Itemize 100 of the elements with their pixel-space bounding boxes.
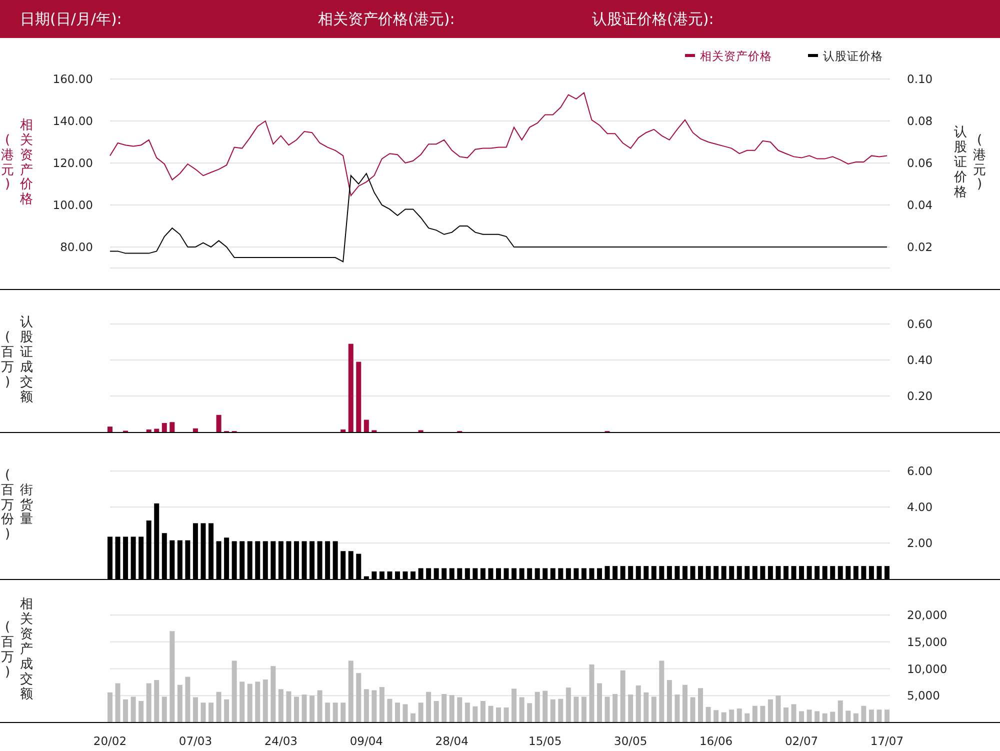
bar [853, 713, 858, 722]
axis-tick-label: 24/03 [264, 734, 298, 748]
bar [270, 666, 276, 722]
bar [519, 697, 524, 722]
axis-tick-label: 0.02 [907, 240, 933, 254]
bar [410, 713, 416, 722]
bar [115, 683, 120, 722]
bar [752, 706, 758, 722]
bar [325, 702, 330, 722]
bar [240, 682, 245, 722]
bar [868, 710, 874, 722]
bar [162, 423, 167, 432]
axis-unit: (港元) [973, 134, 986, 194]
bar [496, 707, 501, 722]
bar [302, 694, 307, 722]
axis-tick-label: 0.04 [907, 198, 933, 212]
bar [512, 688, 517, 722]
bar [262, 680, 268, 722]
bar [449, 695, 454, 722]
bar [799, 711, 804, 722]
bar [721, 712, 726, 722]
bar [310, 696, 315, 722]
axis-tick-label: 0.40 [907, 353, 933, 367]
bar [356, 673, 362, 722]
bar [426, 692, 432, 722]
bar [185, 676, 190, 722]
axis-title: 街货量 [20, 484, 33, 528]
bar [216, 414, 222, 432]
axis-tick-label: 09/04 [350, 734, 383, 748]
axis-title: 认股证成交额 [20, 316, 33, 406]
bar [154, 428, 160, 432]
bar [278, 689, 284, 722]
axis-unit: (港元) [1, 134, 14, 194]
bar [784, 707, 788, 722]
axis-tick-label: 15,000 [907, 634, 948, 649]
bar [464, 702, 470, 722]
header-label: 日期(日/月/年): [20, 10, 123, 28]
bar [488, 706, 494, 722]
bar [472, 706, 478, 722]
bar [108, 426, 112, 432]
bar [698, 688, 704, 722]
bar [418, 702, 424, 722]
axis-title: 认股证价格 [954, 126, 967, 201]
bar [123, 699, 128, 722]
axis-tick-label: 0.20 [907, 389, 933, 403]
bar [364, 420, 369, 432]
axis-tick-label: 80.00 [60, 240, 93, 254]
axis-tick-label: 07/03 [178, 734, 212, 748]
axis-tick-label: 16/06 [699, 734, 733, 748]
bar [108, 692, 112, 722]
axis-tick-label: 5,000 [907, 688, 940, 703]
bar [162, 696, 167, 722]
bar [402, 704, 408, 722]
bar [247, 684, 252, 722]
axis-unit: (百万份) [1, 468, 14, 544]
bar [379, 687, 384, 722]
axis-tick-label: 4.00 [907, 500, 933, 514]
bar [589, 664, 594, 722]
bar [294, 696, 299, 722]
bar [628, 694, 634, 722]
bar [846, 710, 851, 722]
axis-title: 相关资产成交额 [20, 598, 33, 704]
bar [876, 710, 882, 722]
bar [566, 688, 571, 722]
bar [387, 698, 392, 722]
bar [534, 692, 540, 722]
bar [364, 689, 369, 722]
bar [768, 699, 773, 722]
axis-tick-label: 02/07 [784, 734, 818, 748]
axis-title: 相关资产价格 [20, 118, 33, 208]
bar [612, 694, 618, 722]
bar [690, 697, 696, 722]
bar [255, 682, 260, 722]
bar [480, 701, 486, 722]
bar [192, 697, 198, 722]
bar [729, 710, 734, 722]
header-label: 认股证价格(港元): [592, 10, 715, 28]
legend-label: 相关资产价格 [700, 49, 772, 63]
bar [674, 694, 680, 722]
bar [651, 696, 656, 722]
bar [574, 696, 579, 722]
axis-tick-label: 100.00 [52, 198, 93, 212]
bar [138, 701, 144, 722]
bar [208, 702, 214, 722]
bar [620, 670, 626, 722]
bar [340, 429, 346, 432]
bar [814, 711, 820, 722]
bar [822, 713, 828, 722]
bar [348, 660, 354, 722]
axis-tick-label: 20/02 [93, 734, 127, 748]
bar [286, 691, 292, 722]
bar [146, 429, 152, 432]
bar [527, 703, 532, 722]
bar [884, 710, 890, 722]
axis-tick-label: 20,000 [907, 608, 948, 622]
axis-unit: (百万) [1, 331, 14, 391]
bar [791, 704, 796, 722]
bar [776, 696, 781, 722]
axis-tick-label: 10,000 [907, 662, 948, 676]
axis-tick-label: 140.00 [52, 114, 93, 128]
